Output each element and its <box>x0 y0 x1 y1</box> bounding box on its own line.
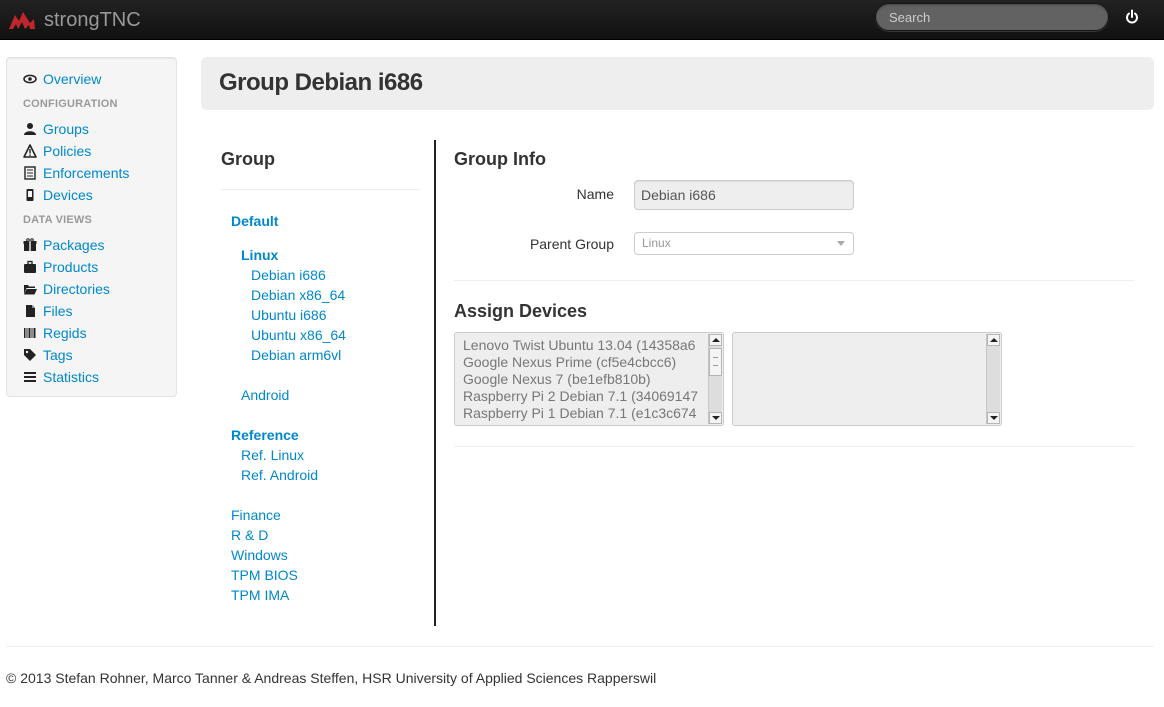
sidebar: Overview CONFIGURATION Groups Policies E… <box>6 57 177 397</box>
sidebar-item-policies[interactable]: Policies <box>23 141 91 161</box>
sidebar-item-label: Tags <box>43 347 73 363</box>
align-justify-icon <box>24 372 36 382</box>
file-icon <box>26 305 35 317</box>
tag-icon <box>24 349 36 361</box>
sidebar-item-label: Enforcements <box>43 165 130 181</box>
tree-item-tpm-ima[interactable]: TPM IMA <box>231 587 289 603</box>
scrollbar[interactable] <box>708 334 722 424</box>
sidebar-item-label: Overview <box>43 71 102 87</box>
tree-item-default[interactable]: Default <box>231 213 278 229</box>
scroll-up-icon[interactable] <box>709 334 722 346</box>
sidebar-item-statistics[interactable]: Statistics <box>23 367 99 387</box>
tree-item-debian-arm6vl[interactable]: Debian arm6vl <box>251 347 341 363</box>
vertical-divider <box>434 140 436 626</box>
name-label: Name <box>576 186 614 202</box>
assigned-devices-list[interactable] <box>732 332 1002 426</box>
tree-item-ref-linux[interactable]: Ref. Linux <box>241 447 304 463</box>
chevron-down-icon <box>837 241 845 246</box>
scrollbar[interactable] <box>986 334 1000 424</box>
sidebar-item-directories[interactable]: Directories <box>23 279 110 299</box>
sidebar-item-tags[interactable]: Tags <box>23 345 73 365</box>
briefcase-icon <box>24 260 36 273</box>
scroll-down-icon[interactable] <box>709 412 722 424</box>
tree-item-windows[interactable]: Windows <box>231 547 288 563</box>
available-devices-list[interactable]: Lenovo Twist Ubuntu 13.04 (14358a6 Googl… <box>454 332 724 426</box>
sidebar-item-overview[interactable]: Overview <box>23 69 101 89</box>
group-name-field[interactable] <box>634 180 854 210</box>
page-title: Group Debian i686 <box>219 69 423 96</box>
page-header: Group Debian i686 <box>201 57 1154 110</box>
parent-group-label: Parent Group <box>529 236 614 252</box>
divider <box>6 646 1154 647</box>
footer-text: © 2013 Stefan Rohner, Marco Tanner & And… <box>6 670 657 686</box>
tree-item-linux[interactable]: Linux <box>241 247 278 263</box>
tree-item-finance[interactable]: Finance <box>231 507 281 523</box>
sidebar-item-label: Statistics <box>43 369 100 385</box>
list-item[interactable]: Raspberry Pi 2 Debian 7.1 (34069147 <box>463 388 698 404</box>
strongtnc-logo-icon <box>9 12 35 29</box>
phone-icon <box>26 189 34 201</box>
sidebar-item-groups[interactable]: Groups <box>23 119 89 139</box>
assign-devices-title: Assign Devices <box>454 301 588 321</box>
warning-icon <box>23 144 37 158</box>
scroll-down-icon[interactable] <box>987 412 1000 424</box>
parent-group-value: Linux <box>642 236 671 250</box>
scroll-up-icon[interactable] <box>987 334 1000 346</box>
sidebar-item-packages[interactable]: Packages <box>23 235 104 255</box>
gift-icon <box>23 238 37 251</box>
list-item[interactable]: Google Nexus Prime (cf5e4cbcc6) <box>463 354 676 370</box>
sidebar-item-regids[interactable]: Regids <box>23 323 87 343</box>
power-icon[interactable] <box>1124 8 1140 26</box>
parent-group-select[interactable]: Linux <box>634 232 854 255</box>
tree-item-debian-x86-64[interactable]: Debian x86_64 <box>251 287 345 303</box>
tree-item-r-and-d[interactable]: R & D <box>231 527 268 543</box>
brand-name: strongTNC <box>44 8 141 31</box>
sidebar-item-label: Packages <box>43 237 105 253</box>
list-alt-icon <box>24 166 36 180</box>
sidebar-item-label: Policies <box>43 143 92 159</box>
sidebar-item-label: Directories <box>43 281 110 297</box>
sidebar-item-devices[interactable]: Devices <box>23 185 93 205</box>
sidebar-item-label: Groups <box>43 121 89 137</box>
eye-icon <box>23 74 37 84</box>
group-info-title: Group Info <box>454 149 546 169</box>
divider <box>454 446 1134 447</box>
group-tree-title: Group <box>221 149 275 169</box>
tree-item-ref-android[interactable]: Ref. Android <box>241 467 318 483</box>
tree-item-debian-i686[interactable]: Debian i686 <box>251 267 326 283</box>
sidebar-item-label: Regids <box>43 325 87 341</box>
tree-item-reference[interactable]: Reference <box>231 427 299 443</box>
tree-item-ubuntu-i686[interactable]: Ubuntu i686 <box>251 307 327 323</box>
sidebar-item-label: Devices <box>43 187 93 203</box>
sidebar-item-label: Products <box>43 259 99 275</box>
divider <box>454 280 1134 281</box>
list-item[interactable]: Google Nexus 7 (be1efb810b) <box>463 371 651 387</box>
tree-item-android[interactable]: Android <box>241 387 289 403</box>
sidebar-item-enforcements[interactable]: Enforcements <box>23 163 129 183</box>
user-icon <box>24 123 36 135</box>
sidebar-item-products[interactable]: Products <box>23 257 98 277</box>
sidebar-item-label: Files <box>43 303 73 319</box>
nav-header-configuration: CONFIGURATION <box>23 98 118 110</box>
folder-open-icon <box>24 285 37 295</box>
brand[interactable]: strongTNC <box>8 6 141 34</box>
nav-header-data-views: DATA VIEWS <box>23 214 93 226</box>
list-item[interactable]: Lenovo Twist Ubuntu 13.04 (14358a6 <box>463 337 695 353</box>
tree-item-tpm-bios[interactable]: TPM BIOS <box>231 567 298 583</box>
top-navbar: strongTNC <box>0 0 1164 40</box>
sidebar-item-files[interactable]: Files <box>23 301 73 321</box>
scroll-thumb[interactable] <box>709 348 722 376</box>
divider <box>221 189 420 190</box>
search-input[interactable] <box>875 3 1109 31</box>
list-item[interactable]: Raspberry Pi 1 Debian 7.1 (e1c3c674 <box>463 405 696 421</box>
barcode-icon <box>24 328 36 338</box>
tree-item-ubuntu-x86-64[interactable]: Ubuntu x86_64 <box>251 327 346 343</box>
